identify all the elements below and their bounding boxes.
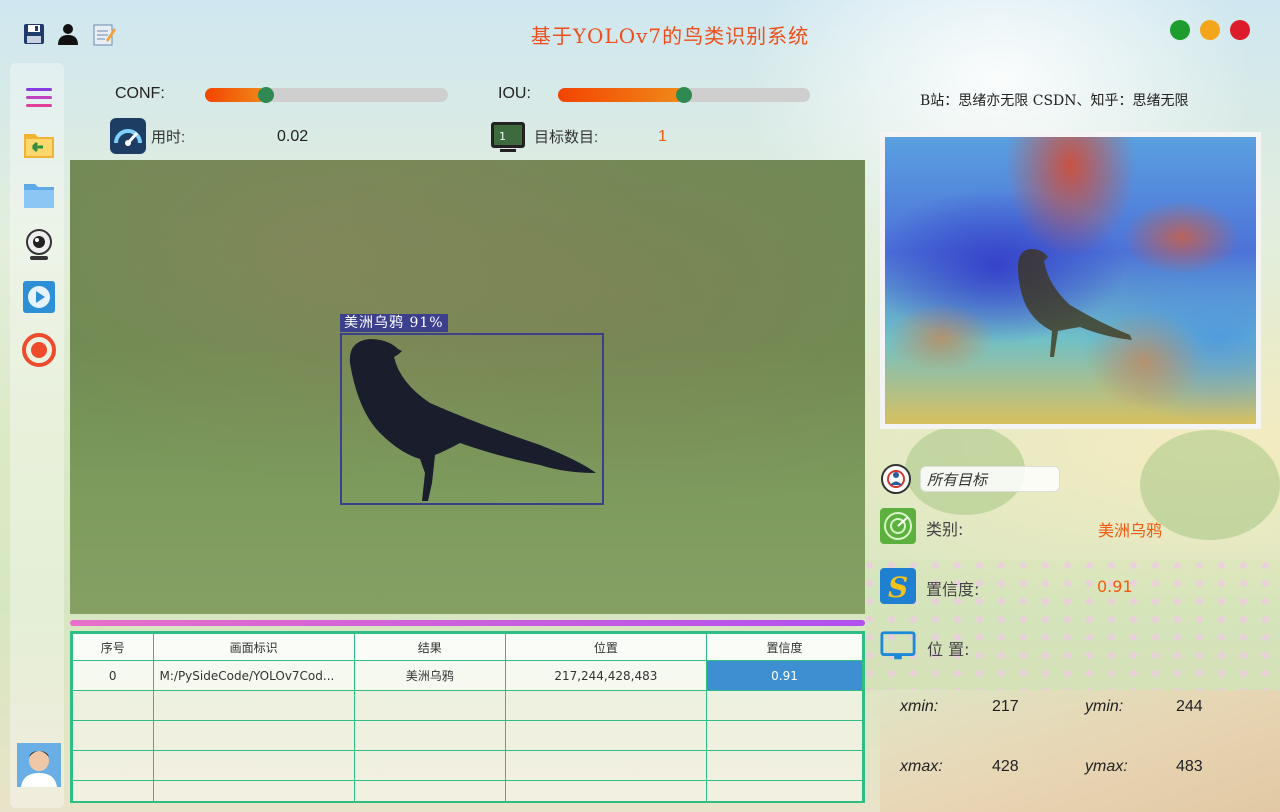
progress-bar [70, 620, 865, 626]
confidence-value: 0.91 [1097, 577, 1133, 596]
col-header-index[interactable]: 序号 [72, 633, 154, 661]
table-row[interactable]: 0 M:/PySideCode/YOLOv7Cod... 美洲乌鸦 217,24… [72, 660, 863, 691]
class-label: 类别: [926, 520, 964, 539]
detection-label: 美洲乌鸦 91% [340, 314, 448, 332]
results-table: 序号 画面标识 结果 位置 置信度 0 M:/PySideCode/YOLOv7… [70, 631, 865, 803]
notepad-icon[interactable] [90, 20, 118, 48]
table-header-row: 序号 画面标识 结果 位置 置信度 [72, 633, 863, 661]
xmin-label: xmin: [900, 698, 939, 715]
target-select[interactable]: 所有目标 [920, 466, 1060, 492]
time-value: 0.02 [277, 128, 309, 145]
time-label: 用时: [151, 129, 186, 146]
xmin-value: 217 [992, 698, 1019, 715]
col-header-result[interactable]: 结果 [353, 633, 506, 661]
app-title: 基于YOLOv7的鸟类识别系统 [530, 24, 810, 48]
minimize-button[interactable] [1200, 20, 1220, 40]
iou-label: IOU: [498, 85, 531, 102]
conf-label: CONF: [115, 85, 165, 102]
maximize-button[interactable] [1170, 20, 1190, 40]
cell-result[interactable]: 美洲乌鸦 [353, 660, 506, 691]
col-header-source[interactable]: 画面标识 [152, 633, 355, 661]
ymax-label: ymax: [1085, 758, 1128, 775]
user-icon[interactable] [54, 20, 82, 48]
folder-icon[interactable] [22, 178, 56, 212]
heatmap-crow [1018, 249, 1132, 357]
col-header-confidence[interactable]: 置信度 [705, 633, 863, 661]
conf-slider-handle[interactable] [258, 87, 274, 103]
monitor-icon [880, 628, 916, 664]
menu-icon[interactable] [22, 81, 56, 115]
sidebar [10, 63, 64, 808]
class-value: 美洲乌鸦 [1098, 521, 1163, 540]
table-row-empty [72, 690, 863, 721]
table-row-empty [72, 720, 863, 751]
ymax-value: 483 [1176, 758, 1203, 775]
cell-confidence[interactable]: 0.91 [705, 660, 863, 691]
iou-slider-handle[interactable] [676, 87, 692, 103]
svg-text:1: 1 [499, 130, 506, 143]
target-icon [880, 463, 912, 495]
author-credit: B站：思绪亦无限 CSDN、知乎：思绪无限 [920, 93, 1189, 109]
ymin-label: ymin: [1085, 698, 1124, 715]
iou-slider[interactable] [558, 87, 810, 103]
conf-slider[interactable] [205, 87, 448, 103]
table-row-empty [72, 750, 863, 781]
count-label: 目标数目: [534, 129, 599, 146]
open-folder-icon[interactable] [22, 127, 56, 161]
monitor-counter-icon: 1 [490, 120, 526, 154]
detection-bbox [340, 333, 604, 505]
webcam-icon[interactable] [22, 228, 56, 262]
confidence-label: 置信度: [926, 580, 980, 599]
svg-text:S: S [888, 571, 908, 604]
speedometer-icon [110, 118, 146, 154]
iou-slider-fill [558, 88, 684, 102]
conf-slider-fill [205, 88, 266, 102]
save-icon[interactable] [20, 20, 48, 48]
cell-source[interactable]: M:/PySideCode/YOLOv7Cod... [152, 660, 355, 691]
xmax-value: 428 [992, 758, 1019, 775]
position-label: 位 置: [927, 640, 970, 659]
background-path [880, 690, 1280, 812]
cell-index[interactable]: 0 [72, 660, 154, 691]
avatar[interactable] [17, 743, 61, 787]
ymin-value: 244 [1176, 698, 1203, 715]
score-icon: S [880, 568, 916, 604]
table-row-empty [72, 780, 863, 801]
close-button[interactable] [1230, 20, 1250, 40]
xmax-label: xmax: [900, 758, 943, 775]
radar-icon [880, 508, 916, 544]
video-play-icon[interactable] [22, 280, 56, 314]
stop-icon[interactable] [22, 333, 56, 367]
detection-view: 美洲乌鸦 91% [70, 160, 865, 614]
count-value: 1 [658, 128, 667, 145]
cell-position[interactable]: 217,244,428,483 [504, 660, 707, 691]
col-header-position[interactable]: 位置 [504, 633, 707, 661]
heatmap-view [880, 132, 1261, 429]
